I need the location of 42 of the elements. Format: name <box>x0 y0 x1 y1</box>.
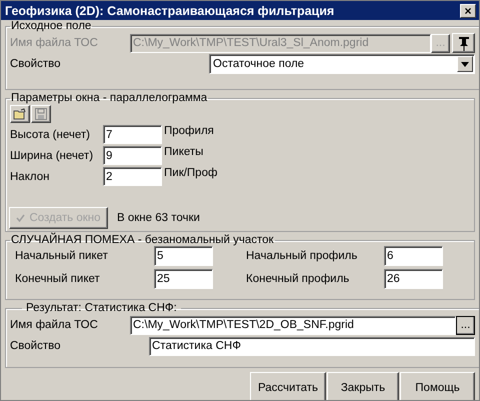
dropdown-arrow-icon <box>461 62 469 66</box>
folder-icon <box>13 108 27 120</box>
field-label: Конечный пикет <box>15 273 101 285</box>
group-title: СЛУЧАЙНАЯ ПОМЕХА - безаномальный участок <box>10 234 275 246</box>
unit-label: Профиля <box>164 125 214 137</box>
field-label: Свойство <box>10 340 62 352</box>
points-count: В окне 63 точки <box>117 212 200 224</box>
field-label: Начальный профиль <box>246 250 358 262</box>
pin-icon <box>458 36 470 50</box>
field-label: Высота (нечет) <box>10 128 91 141</box>
file-name-field[interactable]: C:\My_Work\TMP\TEST\2D_OB_SNF.pgrid <box>130 316 456 334</box>
browse-button[interactable]: ... <box>456 316 475 334</box>
save-button[interactable] <box>31 105 51 123</box>
dialog-button[interactable]: Рассчитать <box>250 372 326 400</box>
number-field[interactable]: 9 <box>103 146 162 165</box>
field-label: Наклон <box>10 170 50 183</box>
close-button[interactable]: × <box>460 4 476 18</box>
number-field[interactable]: 6 <box>384 246 443 266</box>
field-label: Конечный профиль <box>246 273 350 285</box>
field-label: Имя файла ТОС <box>10 37 99 49</box>
dialog-button[interactable]: Закрыть <box>327 372 399 400</box>
field-label: Свойство <box>10 58 62 70</box>
open-button[interactable] <box>10 105 30 123</box>
number-field[interactable]: 2 <box>103 167 162 186</box>
field-label: Начальный пикет <box>15 250 109 262</box>
check-icon <box>16 214 26 222</box>
unit-label: Пикеты <box>164 146 204 158</box>
group-title: Исходное поле <box>10 20 92 32</box>
group-title: Результат: Статистика СНФ: <box>25 302 178 314</box>
number-field[interactable]: 25 <box>154 269 213 289</box>
unit-label: Пик/Проф <box>164 167 218 179</box>
dialog-button[interactable]: Помощь <box>400 372 475 400</box>
field-label: Имя файла ТОС <box>10 319 99 331</box>
property-dropdown[interactable]: Остаточное поле <box>209 54 475 74</box>
pin-button[interactable] <box>452 33 475 53</box>
number-field[interactable]: 26 <box>384 269 443 289</box>
number-field[interactable]: 5 <box>154 246 213 266</box>
window-title: Геофизика (2D): Самонастраивающаяся фильтрация <box>5 4 334 18</box>
field-label: Ширина (нечет) <box>10 149 94 162</box>
group-title: Параметры окна - параллелограмма <box>10 92 208 104</box>
number-field[interactable]: 7 <box>103 125 162 144</box>
property-field[interactable]: Статистика СНФ <box>149 336 475 356</box>
